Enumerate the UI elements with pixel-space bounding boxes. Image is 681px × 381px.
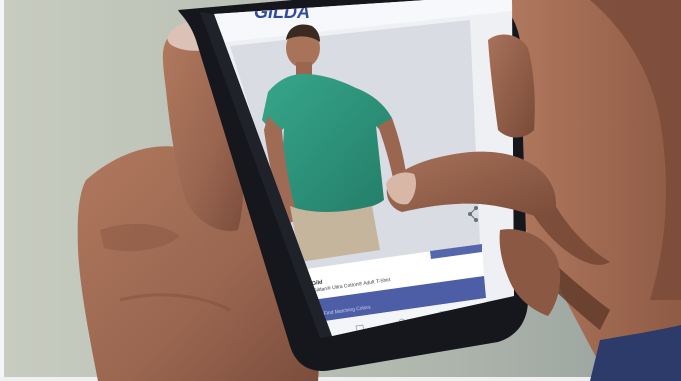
left-border [0,0,4,381]
photo-scene: GILDA Gild Gildan® Ultra Cotton® Adult T… [0,0,681,381]
phone-in-hand-photo: GILDA Gild Gildan® Ultra Cotton® Adult T… [0,0,681,381]
